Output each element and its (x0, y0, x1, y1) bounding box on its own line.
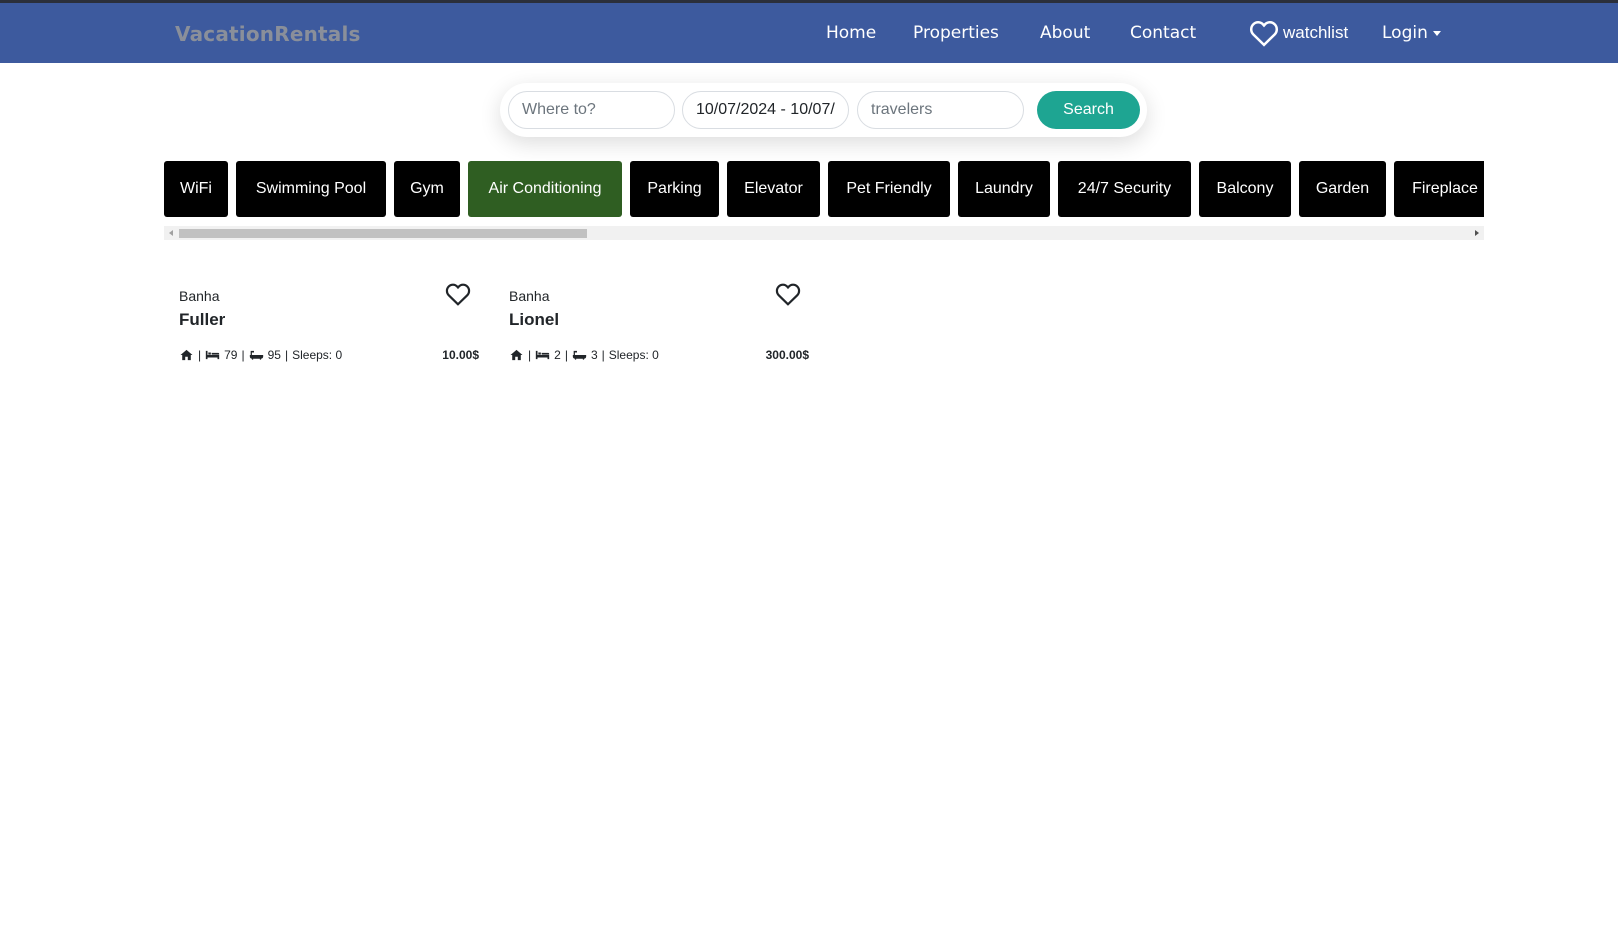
brand-logo[interactable]: VacationRentals (175, 22, 361, 46)
listing-sleeps: Sleeps: 0 (292, 348, 343, 362)
listing-title[interactable]: Fuller (179, 310, 225, 330)
travelers-input[interactable] (857, 91, 1024, 129)
listing-sleeps: Sleeps: 0 (608, 348, 659, 362)
listing-price: 300.00$ (765, 348, 809, 362)
listing-meta: | 2 | 3 | Sleeps: 0 (509, 348, 659, 362)
amenity-fireplace[interactable]: Fireplace (1394, 161, 1484, 217)
nav-login[interactable]: Login (1382, 23, 1441, 43)
scroll-thumb[interactable] (179, 229, 587, 238)
listing-meta: | 79 | 95 | Sleeps: 0 (179, 348, 342, 362)
listing-price: 10.00$ (442, 348, 479, 362)
nav-about[interactable]: About (1040, 23, 1090, 43)
horizontal-scrollbar[interactable] (164, 226, 1484, 240)
amenity-laundry[interactable]: Laundry (958, 161, 1050, 217)
nav-properties[interactable]: Properties (913, 23, 999, 43)
search-button[interactable]: Search (1037, 91, 1140, 129)
listing-title[interactable]: Lionel (509, 310, 559, 330)
listing-card[interactable]: Banha Fuller | 79 | 95 | Sleeps: 0 10.00… (179, 278, 479, 368)
scroll-left-icon[interactable] (169, 230, 173, 236)
listing-baths: 3 (590, 348, 598, 362)
bath-icon (249, 350, 263, 360)
amenity-filter-bar: WiFi Swimming Pool Gym Air Conditioning … (164, 161, 1484, 241)
nav-home[interactable]: Home (826, 23, 876, 43)
listing-card[interactable]: Banha Lionel | 2 | 3 | Sleeps: 0 300.00$ (509, 278, 809, 368)
bed-icon (205, 350, 220, 360)
amenity-balcony[interactable]: Balcony (1199, 161, 1291, 217)
listing-location: Banha (179, 288, 220, 304)
amenity-swimming-pool[interactable]: Swimming Pool (236, 161, 386, 217)
navbar: VacationRentals Home Properties About Co… (0, 0, 1618, 63)
bath-icon (572, 350, 587, 360)
nav-watchlist-label: watchlist (1283, 23, 1349, 42)
home-icon (510, 349, 523, 361)
where-input[interactable] (508, 91, 675, 129)
listing-beds: 2 (554, 348, 561, 362)
listing-location: Banha (509, 288, 550, 304)
heart-icon[interactable] (775, 282, 801, 306)
date-range-input[interactable] (682, 91, 849, 129)
home-icon (180, 349, 193, 361)
amenity-garden[interactable]: Garden (1299, 161, 1386, 217)
chevron-down-icon (1432, 30, 1441, 36)
amenity-gym[interactable]: Gym (394, 161, 460, 217)
nav-watchlist[interactable]: watchlist (1249, 19, 1348, 47)
nav-login-label: Login (1382, 23, 1428, 43)
listing-beds: 79 (224, 348, 238, 362)
bed-icon (535, 350, 550, 360)
scroll-right-icon[interactable] (1475, 230, 1479, 236)
search-bar: Search (500, 83, 1147, 137)
nav-contact[interactable]: Contact (1130, 23, 1196, 43)
amenity-pet-friendly[interactable]: Pet Friendly (828, 161, 950, 217)
heart-icon[interactable] (445, 282, 471, 306)
heart-icon (1249, 21, 1279, 47)
amenity-parking[interactable]: Parking (630, 161, 719, 217)
amenity-security[interactable]: 24/7 Security (1058, 161, 1191, 217)
amenity-wifi[interactable]: WiFi (164, 161, 228, 217)
amenity-air-conditioning[interactable]: Air Conditioning (468, 161, 622, 217)
amenity-elevator[interactable]: Elevator (727, 161, 820, 217)
listing-baths: 95 (267, 348, 281, 362)
